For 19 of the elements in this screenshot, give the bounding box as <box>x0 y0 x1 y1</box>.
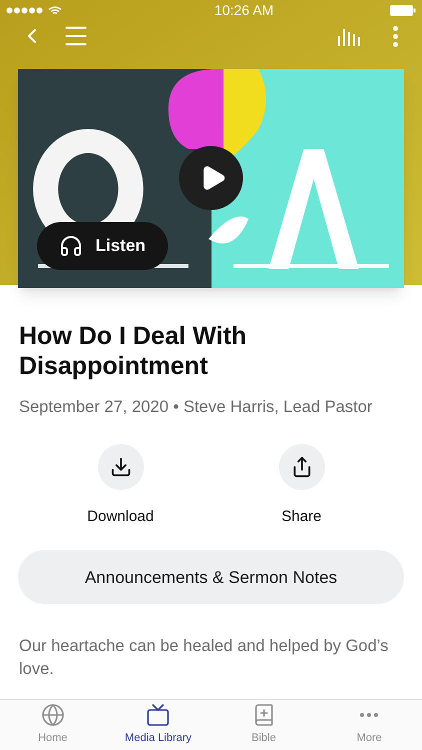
more-icon <box>360 713 378 718</box>
battery-icon <box>390 5 416 16</box>
listen-button[interactable]: Listen <box>37 222 168 270</box>
download-button[interactable]: Download <box>66 444 176 528</box>
equalizer-icon <box>337 26 361 46</box>
share-button[interactable]: Share <box>246 444 356 528</box>
tab[interactable]: Media Library <box>106 700 211 750</box>
tv-icon <box>146 703 170 728</box>
wifi-icon <box>48 6 62 16</box>
sermon-meta: September 27, 2020 • Steve Harris, Lead Pastor <box>19 397 374 418</box>
globe-icon <box>40 703 65 728</box>
sermon-notes-button[interactable]: Announcements & Sermon Notes <box>18 550 404 604</box>
status-time: 10:26 AM <box>214 1 274 20</box>
signal-icon <box>6 7 44 14</box>
sermon-title: How Do I Deal With Disappointment <box>19 321 248 381</box>
sermon-description: Our heartache can be healed and helped by God’s love. <box>18 636 390 680</box>
download-icon <box>110 456 132 478</box>
more-options-icon <box>392 26 398 46</box>
headphones-icon <box>59 234 84 258</box>
